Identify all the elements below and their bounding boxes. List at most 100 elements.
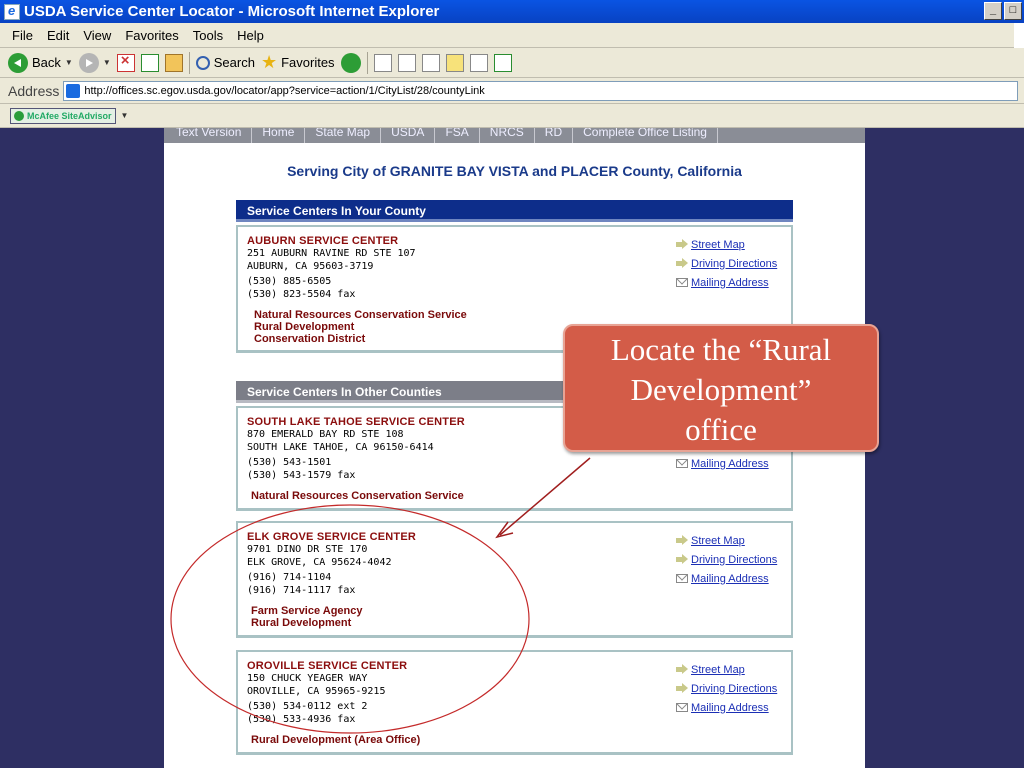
menu-edit[interactable]: Edit [47, 28, 69, 43]
menu-tools[interactable]: Tools [193, 28, 223, 43]
agency-label: Natural Resources Conservation Service [254, 309, 467, 321]
center-phone: (530) 885-6505 [247, 276, 332, 287]
mailing-address-link[interactable]: Mailing Address [691, 702, 769, 714]
maximize-button[interactable]: □ [1004, 2, 1022, 20]
service-center-card: ELK GROVE SERVICE CENTER 9701 DINO DR ST… [236, 521, 793, 638]
driving-directions-link[interactable]: Driving Directions [691, 258, 777, 270]
center-links: Street Map Driving Directions Mailing Ad… [676, 660, 777, 717]
driving-directions-link[interactable]: Driving Directions [691, 683, 777, 695]
print-icon[interactable] [397, 53, 416, 72]
street-map-link[interactable]: Street Map [691, 239, 745, 251]
agency-label: Rural Development [254, 321, 355, 333]
agency-label: Natural Resources Conservation Service [251, 490, 464, 502]
toolbar-separator [366, 51, 368, 74]
center-address-line2: ELK GROVE, CA 95624-4042 [247, 557, 392, 568]
service-center-card: OROVILLE SERVICE CENTER 150 CHUCK YEAGER… [236, 650, 793, 755]
menu-help[interactable]: Help [237, 28, 264, 43]
nav-state-map[interactable]: State Map [305, 128, 382, 143]
center-address-line1: 251 AUBURN RAVINE RD STE 107 [247, 248, 416, 259]
agency-label: Rural Development (Area Office) [251, 734, 421, 746]
nav-nrcs[interactable]: NRCS [480, 128, 535, 143]
address-input[interactable]: http://offices.sc.egov.usda.gov/locator/… [63, 80, 1018, 101]
search-button[interactable]: Search [195, 55, 255, 70]
minimize-button[interactable]: _ [984, 2, 1002, 20]
center-address-line1: 870 EMERALD BAY RD STE 108 [247, 429, 404, 440]
street-map-link[interactable]: Street Map [691, 535, 745, 547]
center-phone: (530) 543-1501 [247, 457, 332, 468]
discuss-icon[interactable] [445, 53, 464, 72]
center-address-line2: OROVILLE, CA 95965-9215 [247, 686, 386, 697]
ie-icon [4, 3, 20, 20]
history-icon[interactable] [340, 52, 361, 73]
back-button[interactable]: Back ▼ [8, 52, 73, 73]
mcafee-label: McAfee SiteAdvisor [27, 110, 112, 121]
research-icon[interactable] [469, 53, 488, 72]
favorites-button[interactable]: ★ Favorites [261, 52, 335, 73]
nav-home[interactable]: Home [252, 128, 306, 143]
site-nav: Text Version Home State Map USDA FSA NRC… [164, 128, 865, 143]
nav-usda[interactable]: USDA [381, 128, 436, 143]
street-map-link[interactable]: Street Map [691, 664, 745, 676]
edit-icon[interactable] [421, 53, 440, 72]
mcafee-siteadvisor-button[interactable]: McAfee SiteAdvisor [10, 107, 116, 124]
window-titlebar: USDA Service Center Locator - Microsoft … [0, 0, 1024, 23]
address-bar: Address http://offices.sc.egov.usda.gov/… [0, 78, 1024, 104]
driving-directions-link[interactable]: Driving Directions [691, 554, 777, 566]
window-controls: _ □ [984, 2, 1022, 20]
envelope-icon [676, 278, 688, 287]
center-name: SOUTH LAKE TAHOE SERVICE CENTER [247, 416, 465, 428]
menu-file[interactable]: File [12, 28, 33, 43]
center-phone: (530) 534-0112 ext 2 [247, 701, 368, 712]
address-label: Address [8, 82, 60, 99]
nav-rd[interactable]: RD [535, 128, 574, 143]
center-links: Street Map Driving Directions Mailing Ad… [676, 235, 777, 292]
agency-label: Farm Service Agency [251, 605, 363, 617]
dropdown-arrow-icon[interactable]: ▼ [103, 58, 111, 67]
arrow-icon [676, 258, 688, 268]
center-name: ELK GROVE SERVICE CENTER [247, 531, 417, 543]
envelope-icon [676, 459, 688, 468]
nav-complete-office-listing[interactable]: Complete Office Listing [573, 128, 718, 143]
mailing-address-link[interactable]: Mailing Address [691, 573, 769, 585]
nav-text-version[interactable]: Text Version [164, 128, 253, 143]
center-address-line2: AUBURN, CA 95603-3719 [247, 261, 374, 272]
page-heading: Serving City of GRANITE BAY VISTA and PL… [287, 163, 742, 179]
stop-icon[interactable] [116, 52, 135, 72]
arrow-icon [676, 554, 688, 564]
page-icon [66, 83, 81, 98]
mail-icon[interactable] [373, 53, 392, 72]
envelope-icon [676, 574, 688, 583]
search-label: Search [213, 55, 255, 70]
menu-bar: File Edit View Favorites Tools Help [0, 23, 1024, 48]
center-fax: (916) 714-1117 fax [247, 585, 356, 596]
callout-line: office [685, 412, 757, 447]
dropdown-arrow-icon[interactable]: ▼ [65, 58, 73, 67]
back-arrow-icon [8, 52, 28, 73]
center-fax: (530) 543-1579 fax [247, 470, 356, 481]
windows-logo [1014, 23, 1024, 48]
callout-line: Development” [630, 372, 812, 407]
addon-bar: McAfee SiteAdvisor ▼ [0, 104, 1024, 128]
mailing-address-link[interactable]: Mailing Address [691, 277, 769, 289]
envelope-icon [676, 703, 688, 712]
nav-fsa[interactable]: FSA [435, 128, 480, 143]
dropdown-arrow-icon[interactable]: ▼ [121, 111, 129, 120]
refresh-icon[interactable] [140, 53, 159, 72]
messenger-icon[interactable] [493, 53, 512, 72]
favorites-label: Favorites [281, 55, 335, 70]
center-phone: (916) 714-1104 [247, 572, 332, 583]
callout-line: Locate the “Rural [610, 332, 832, 367]
menu-view[interactable]: View [83, 28, 111, 43]
menu-favorites[interactable]: Favorites [125, 28, 178, 43]
center-fax: (530) 823-5504 fax [247, 289, 356, 300]
home-icon[interactable] [164, 53, 183, 72]
check-icon [14, 110, 24, 121]
forward-button[interactable]: ▼ [78, 52, 111, 73]
center-name: OROVILLE SERVICE CENTER [247, 660, 408, 672]
mailing-address-link[interactable]: Mailing Address [691, 458, 769, 470]
agency-label: Conservation District [254, 333, 366, 345]
toolbar-separator [188, 51, 190, 74]
standard-toolbar: Back ▼ ▼ Search ★ Favorites [0, 48, 1024, 78]
center-links: Street Map Driving Directions Mailing Ad… [676, 531, 777, 588]
star-icon: ★ [260, 52, 278, 72]
